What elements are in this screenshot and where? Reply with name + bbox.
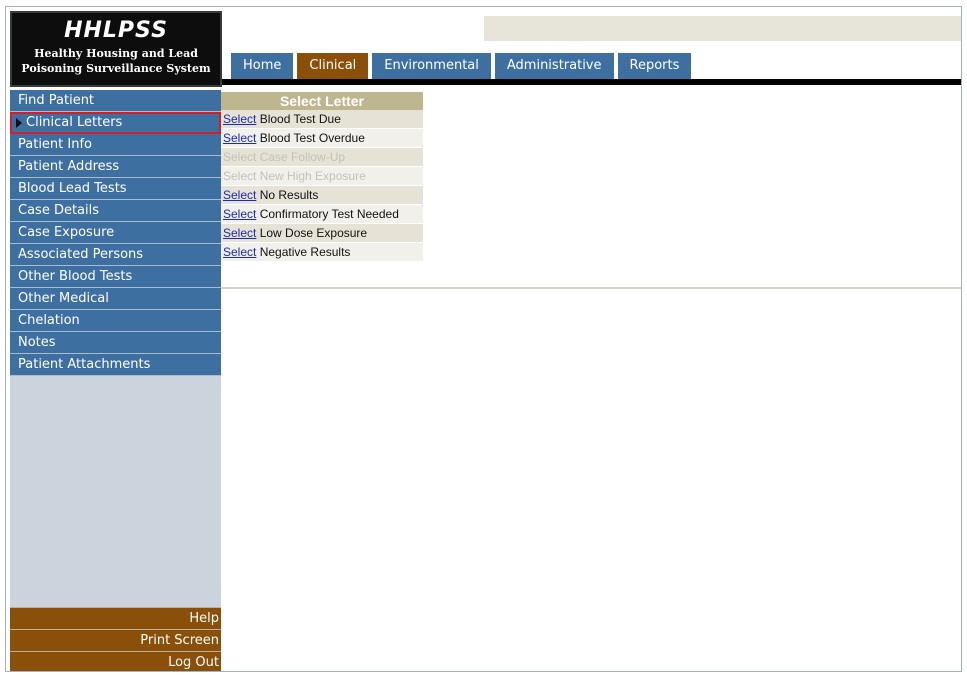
sidebar-item-patient-address[interactable]: Patient Address	[10, 156, 221, 178]
letter-name: Confirmatory Test Needed	[259, 207, 399, 221]
logo-title: HHLPSS	[64, 18, 168, 43]
letter-name: No Results	[259, 188, 319, 202]
tab-clinical[interactable]: Clinical	[297, 53, 369, 79]
select-link-disabled: Select	[223, 169, 257, 183]
log-out-button[interactable]: Log Out	[10, 651, 221, 671]
select-link[interactable]: Select	[223, 207, 256, 221]
sidebar-item-case-exposure[interactable]: Case Exposure	[10, 222, 221, 244]
letter-name: Negative Results	[259, 245, 351, 259]
select-link[interactable]: Select	[223, 226, 256, 240]
sidebar-item-other-blood-tests[interactable]: Other Blood Tests	[10, 266, 221, 288]
logo-subtitle-line2: Poisoning Surveillance System	[21, 62, 211, 75]
select-link[interactable]: Select	[223, 112, 256, 126]
tab-administrative[interactable]: Administrative	[494, 53, 614, 79]
sidebar: Find Patient Clinical Letters Patient In…	[10, 90, 221, 671]
letter-row: Select Confirmatory Test Needed	[221, 205, 423, 224]
logo-subtitle-line1: Healthy Housing and Lead	[34, 47, 198, 60]
help-button[interactable]: Help	[10, 607, 221, 629]
sidebar-item-patient-info[interactable]: Patient Info	[10, 134, 221, 156]
hhlpss-logo: HHLPSS Healthy Housing and Lead Poisonin…	[10, 11, 222, 87]
select-link[interactable]: Select	[223, 188, 256, 202]
sidebar-bottom-actions: Help Print Screen Log Out	[10, 607, 221, 671]
top-status-bar	[484, 16, 961, 41]
select-link[interactable]: Select	[223, 245, 256, 259]
letter-name: New High Exposure	[259, 169, 366, 183]
letter-row-disabled: Select New High Exposure	[221, 167, 423, 186]
print-screen-button[interactable]: Print Screen	[10, 629, 221, 651]
tab-environmental[interactable]: Environmental	[372, 53, 491, 79]
letter-name: Case Follow-Up	[259, 150, 346, 164]
sidebar-item-other-medical[interactable]: Other Medical	[10, 288, 221, 310]
select-link-disabled: Select	[223, 150, 257, 164]
main-tabs: Home Clinical Environmental Administrati…	[231, 53, 695, 79]
select-link[interactable]: Select	[223, 131, 256, 145]
letter-row-disabled: Select Case Follow-Up	[221, 148, 423, 167]
tab-home[interactable]: Home	[231, 53, 294, 79]
sidebar-item-blood-lead-tests[interactable]: Blood Lead Tests	[10, 178, 221, 200]
letter-row: Select Blood Test Overdue	[221, 129, 423, 148]
letter-row: Select No Results	[221, 186, 423, 205]
letter-name: Blood Test Due	[259, 112, 341, 126]
sidebar-item-chelation[interactable]: Chelation	[10, 310, 221, 332]
tab-underline-bar	[222, 79, 961, 85]
letters-table-header: Select Letter	[221, 92, 423, 110]
letter-row: Select Blood Test Due	[221, 110, 423, 129]
sidebar-item-notes[interactable]: Notes	[10, 332, 221, 354]
sidebar-item-patient-attachments[interactable]: Patient Attachments	[10, 354, 221, 376]
letters-table: Select Letter Select Blood Test Due Sele…	[221, 92, 423, 262]
letter-row: Select Negative Results	[221, 243, 423, 262]
selected-arrow-icon	[16, 118, 22, 128]
content-divider	[221, 287, 961, 289]
tab-reports[interactable]: Reports	[617, 53, 692, 79]
letter-name: Low Dose Exposure	[259, 226, 368, 240]
sidebar-item-find-patient[interactable]: Find Patient	[10, 90, 221, 112]
sidebar-item-case-details[interactable]: Case Details	[10, 200, 221, 222]
letter-name: Blood Test Overdue	[259, 131, 365, 145]
sidebar-item-clinical-letters[interactable]: Clinical Letters	[10, 112, 221, 134]
sidebar-item-label: Clinical Letters	[26, 115, 123, 130]
app-window: HHLPSS Healthy Housing and Lead Poisonin…	[5, 6, 962, 672]
letter-row: Select Low Dose Exposure	[221, 224, 423, 243]
sidebar-item-associated-persons[interactable]: Associated Persons	[10, 244, 221, 266]
